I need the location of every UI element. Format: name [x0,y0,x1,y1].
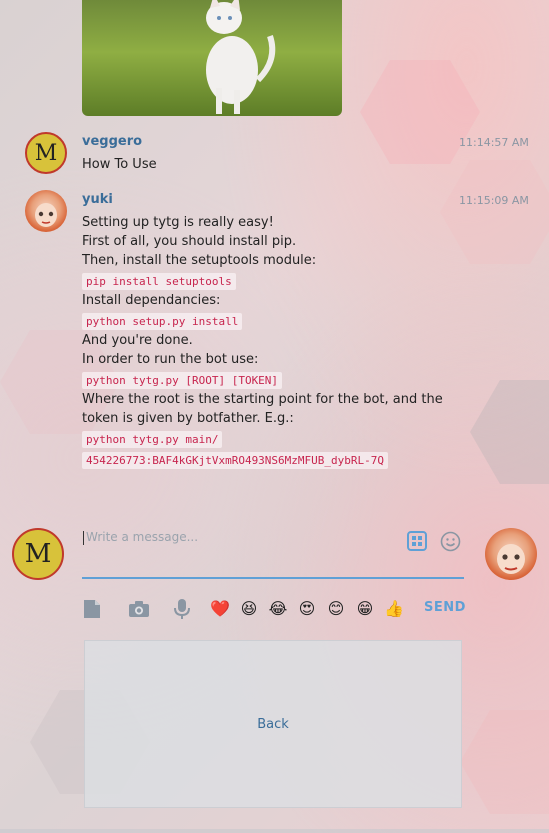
avatar-veggero[interactable]: M [25,132,67,174]
emoji-laughing[interactable]: 😆 [238,598,260,620]
message-line: Then, install the setuptools module: [82,253,317,268]
bottom-divider [0,829,549,833]
background-hexagon [460,710,549,814]
message-time: 11:14:57 AM [459,136,529,149]
emoji-icon[interactable] [439,530,461,552]
sender-name[interactable]: yuki [82,192,113,207]
avatar-letter: M [34,140,58,166]
message-line: And you're done. [82,333,193,348]
kitten-photo[interactable] [82,0,342,116]
code-snippet: 454226773:BAF4kGKjtVxmRO493NS6MzMFUB_dyb… [82,452,389,469]
message-line: token is given by botfather. E.g.: [82,411,294,426]
text-caret [83,531,84,545]
message-line: Install dependancies: [82,293,221,308]
message-time: 11:15:09 AM [459,194,529,207]
emoji-grin[interactable]: 😁 [354,598,376,620]
avatar-letter: M [24,539,52,569]
file-icon[interactable] [82,598,102,620]
camera-icon[interactable] [127,598,151,620]
bot-keyboard-panel: Back [84,640,462,808]
avatar-face-icon [35,203,57,227]
message-text: How To Use [82,157,157,172]
message-line: In order to run the bot use: [82,352,259,367]
sender-name[interactable]: veggero [82,134,142,149]
send-button[interactable]: SEND [424,600,466,615]
code-snippet: python tytg.py [ROOT] [TOKEN] [82,372,283,389]
back-button[interactable]: Back [85,717,461,732]
message-placeholder: Write a message... [86,530,199,544]
background-hexagon [440,160,549,264]
emoji-heart-eyes[interactable]: 😍 [296,598,318,620]
emoji-heart[interactable]: ❤️ [209,598,231,620]
background-hexagon [470,380,549,484]
avatar-yuki[interactable] [25,190,67,232]
emoji-thumbs-up[interactable]: 👍 [383,598,405,620]
message-line: Setting up tytg is really easy! [82,215,274,230]
code-snippet: python tytg.py main/ [82,431,223,448]
message-line: First of all, you should install pip. [82,234,297,249]
emoji-tears-of-joy[interactable]: 😂 [267,598,289,620]
my-avatar[interactable]: M [12,528,64,580]
message-line: Where the root is the starting point for… [82,392,443,407]
commands-icon[interactable] [406,530,428,552]
microphone-icon[interactable] [172,597,192,621]
emoji-smile[interactable]: 😊 [325,598,347,620]
kitten-illustration [206,0,276,114]
chat-partner-avatar[interactable] [485,528,537,580]
avatar-face-icon [497,544,525,574]
code-snippet: pip install setuptools [82,273,236,290]
code-snippet: python setup.py install [82,313,243,330]
